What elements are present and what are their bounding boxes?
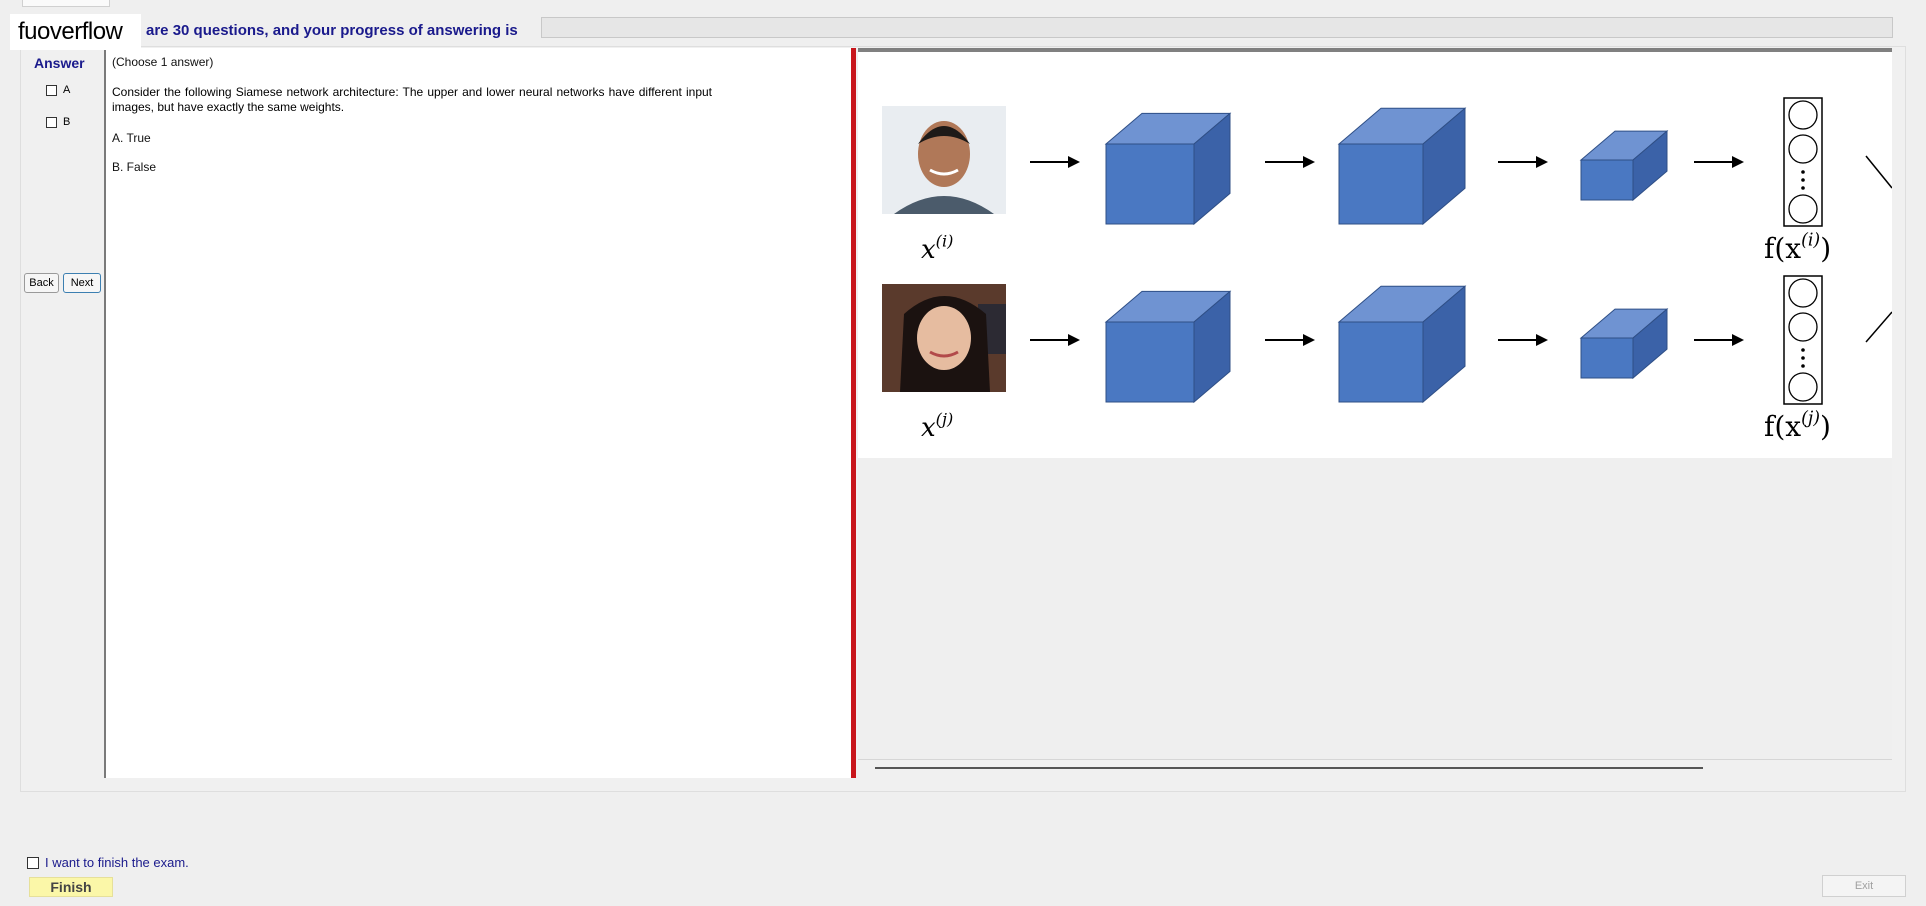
question-figure: x(i) f(x(i)) x(j) f(x(j)) (858, 48, 1892, 458)
progress-text: are 30 questions, and your progress of a… (146, 22, 518, 39)
row-1-embedding-vector-node-1 (1788, 100, 1818, 130)
finish-exam-checkbox[interactable] (27, 856, 39, 869)
row-2-embedding-vector-node-3 (1788, 372, 1818, 402)
option-b-checkbox[interactable] (46, 116, 57, 128)
row-1-embedding-vector-dot-3 (1801, 186, 1805, 190)
option-b[interactable]: B (46, 116, 70, 128)
row-1-embedding-vector-node-3 (1788, 194, 1818, 224)
row-1-embedding-vector-dot-2 (1801, 178, 1805, 182)
row-1-cube-1-front (1105, 143, 1195, 225)
row-2-cube-2-front (1338, 321, 1424, 403)
progress-bar (541, 17, 1893, 38)
figure-scroll-area (858, 458, 1892, 760)
row-1-arrow-1-head (1068, 156, 1080, 168)
row-1-cube-3-front (1580, 159, 1634, 201)
panel-splitter[interactable] (851, 48, 856, 778)
row-1-arrow-3-head (1536, 156, 1548, 168)
row-2-output-label: f(x(j)) (1764, 408, 1831, 443)
question-text: Consider the following Siamese network a… (112, 85, 712, 114)
row-2-cube-1-front (1105, 321, 1195, 403)
answer-column: Answer A B (22, 48, 104, 778)
finish-button[interactable]: Finish (29, 877, 113, 897)
finish-exam-option[interactable]: I want to finish the exam. (27, 855, 189, 870)
choice-a: A. True (112, 131, 151, 145)
question-panel: (Choose 1 answer) Consider the following… (104, 48, 851, 778)
row-2-embedding-vector-dot-3 (1801, 364, 1805, 368)
row-2-arrow-1-head (1068, 334, 1080, 346)
row-1-embedding-vector-node-2 (1788, 134, 1818, 164)
option-a-checkbox[interactable] (46, 84, 57, 96)
answer-title: Answer (34, 55, 85, 71)
option-b-label: B (63, 116, 71, 128)
option-a[interactable]: A (46, 84, 70, 96)
question-instruction: (Choose 1 answer) (112, 55, 214, 69)
row-1-input-label: x(i) (921, 231, 953, 265)
row-2-face-head (917, 306, 971, 370)
connector-top (1865, 155, 1892, 189)
choice-b: B. False (112, 160, 157, 174)
row-1-cube-2-front (1338, 143, 1424, 225)
row-2-input-label: x(j) (921, 409, 953, 443)
row-2-cube-3-front (1580, 337, 1634, 379)
row-2-embedding-vector-node-2 (1788, 312, 1818, 342)
watermark-logo: fuoverflow (10, 14, 141, 50)
row-1-embedding-vector-dot-1 (1801, 170, 1805, 174)
next-button[interactable]: Next (63, 273, 101, 293)
exit-button[interactable]: Exit (1822, 875, 1906, 897)
finish-exam-label: I want to finish the exam. (45, 855, 189, 870)
row-2-embedding-vector-dot-2 (1801, 356, 1805, 360)
siamese-network-diagram: x(i) f(x(i)) x(j) f(x(j)) (882, 97, 1892, 443)
option-a-label: A (63, 84, 71, 96)
row-2-embedding-vector-node-1 (1788, 278, 1818, 308)
row-1-arrow-4-head (1732, 156, 1744, 168)
connector-bottom (1865, 311, 1892, 343)
top-tab[interactable] (22, 0, 110, 7)
row-2-arrow-4-head (1732, 334, 1744, 346)
back-button[interactable]: Back (24, 273, 59, 293)
row-1-output-label: f(x(i)) (1764, 230, 1831, 265)
row-2-arrow-3-head (1536, 334, 1548, 346)
row-1-arrow-2-head (1303, 156, 1315, 168)
row-2-embedding-vector-dot-1 (1801, 348, 1805, 352)
row-2-arrow-2-head (1303, 334, 1315, 346)
horizontal-scrollbar[interactable] (875, 767, 1703, 769)
